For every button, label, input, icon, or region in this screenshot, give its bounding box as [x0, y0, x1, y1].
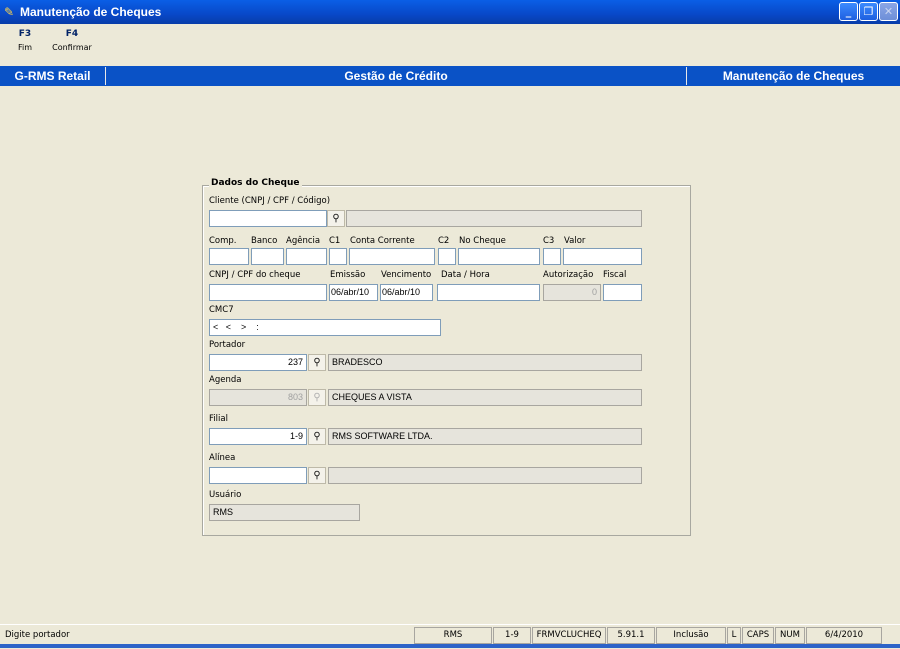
status-mode: Inclusão [656, 627, 726, 644]
cliente-description [346, 210, 642, 227]
fim-key: F3 [18, 29, 32, 39]
status-user: RMS [414, 627, 492, 644]
bottom-strip [0, 644, 900, 648]
status-date: 6/4/2010 [806, 627, 882, 644]
binoculars-icon: ⚲ [313, 392, 321, 403]
data-hora-input[interactable] [437, 284, 540, 301]
autorizacao-input: 0 [543, 284, 601, 301]
c1-label: C1 [329, 236, 341, 246]
fiscal-input[interactable] [603, 284, 642, 301]
data-hora-label: Data / Hora [441, 270, 490, 280]
binoculars-icon: ⚲ [313, 470, 321, 481]
window-title: Manutenção de Cheques [20, 5, 162, 19]
portador-input[interactable]: 237 [209, 354, 307, 371]
alinea-search-button[interactable]: ⚲ [308, 467, 326, 484]
binoculars-icon: ⚲ [332, 213, 340, 224]
valor-label: Valor [564, 236, 586, 246]
agenda-label: Agenda [209, 375, 242, 385]
close-button: ✕ [879, 2, 898, 21]
autorizacao-label: Autorização [543, 270, 594, 280]
comp-input[interactable] [209, 248, 249, 265]
emissao-label: Emissão [330, 270, 366, 280]
cliente-input[interactable] [209, 210, 327, 227]
cliente-label: Cliente (CNPJ / CPF / Código) [209, 196, 331, 206]
alinea-input[interactable] [209, 467, 307, 484]
portador-description: BRADESCO [328, 354, 642, 371]
status-message: Digite portador [5, 630, 70, 640]
title-bar[interactable]: ✎ Manutenção de Cheques _ ❐ ✕ [0, 0, 900, 24]
minimize-button[interactable]: _ [839, 2, 858, 21]
comp-label: Comp. [209, 236, 237, 246]
conta-corrente-label: Conta Corrente [350, 236, 415, 246]
filial-search-button[interactable]: ⚲ [308, 428, 326, 445]
confirmar-key: F4 [65, 29, 79, 39]
c1-input[interactable] [329, 248, 347, 265]
binoculars-icon: ⚲ [313, 357, 321, 368]
header-left: G-RMS Retail [14, 69, 91, 83]
portador-label: Portador [209, 340, 246, 350]
cnpj-cheque-label: CNPJ / CPF do cheque [209, 270, 301, 280]
cnpj-cheque-input[interactable] [209, 284, 327, 301]
status-caps: CAPS [742, 627, 774, 644]
emissao-input[interactable]: 06/abr/10 [329, 284, 378, 301]
restore-button[interactable]: ❐ [859, 2, 878, 21]
binoculars-icon: ⚲ [313, 431, 321, 442]
banco-input[interactable] [251, 248, 284, 265]
valor-input[interactable] [563, 248, 642, 265]
status-version: 5.91.1 [607, 627, 655, 644]
c2-input[interactable] [438, 248, 456, 265]
confirmar-label: Confirmar [52, 43, 92, 52]
status-l: L [727, 627, 741, 644]
filial-label: Filial [209, 414, 228, 424]
cmc7-label: CMC7 [209, 305, 234, 315]
no-cheque-label: No Cheque [459, 236, 506, 246]
minimize-icon: _ [845, 5, 852, 18]
agencia-input[interactable] [286, 248, 327, 265]
vencimento-input[interactable]: 06/abr/10 [380, 284, 433, 301]
header-right: Manutenção de Cheques [722, 69, 865, 83]
fiscal-label: Fiscal [603, 270, 627, 280]
filial-input[interactable]: 1-9 [209, 428, 307, 445]
c3-input[interactable] [543, 248, 561, 265]
group-title: Dados do Cheque [209, 178, 302, 188]
vencimento-label: Vencimento [381, 270, 432, 280]
agencia-label: Agência [286, 236, 321, 246]
fim-label: Fim [17, 43, 33, 52]
banco-label: Banco [251, 236, 278, 246]
portador-search-button[interactable]: ⚲ [308, 354, 326, 371]
app-icon[interactable]: ✎ [4, 5, 18, 19]
c2-label: C2 [438, 236, 450, 246]
conta-corrente-input[interactable] [349, 248, 435, 265]
alinea-label: Alínea [209, 453, 236, 463]
no-cheque-input[interactable] [458, 248, 540, 265]
header-band: G-RMS Retail Gestão de Crédito Manutençã… [0, 66, 900, 86]
confirmar-button[interactable]: F4 Confirmar [47, 28, 97, 54]
fim-button[interactable]: F3 Fim [0, 28, 50, 54]
agenda-description: CHEQUES A VISTA [328, 389, 642, 406]
agenda-search-button: ⚲ [308, 389, 326, 406]
status-num: NUM [775, 627, 805, 644]
agenda-input: 803 [209, 389, 307, 406]
cliente-search-button[interactable]: ⚲ [327, 210, 345, 227]
usuario-label: Usuário [209, 490, 242, 500]
status-branch: 1-9 [493, 627, 531, 644]
restore-icon: ❐ [863, 5, 874, 18]
alinea-description [328, 467, 642, 484]
c3-label: C3 [543, 236, 555, 246]
header-center: Gestão de Crédito [344, 69, 448, 83]
filial-description: RMS SOFTWARE LTDA. [328, 428, 642, 445]
cmc7-input[interactable]: < < > : [209, 319, 441, 336]
status-form: FRMVCLUCHEQ [532, 627, 606, 644]
close-icon: ✕ [883, 5, 894, 18]
usuario-value: RMS [209, 504, 360, 521]
